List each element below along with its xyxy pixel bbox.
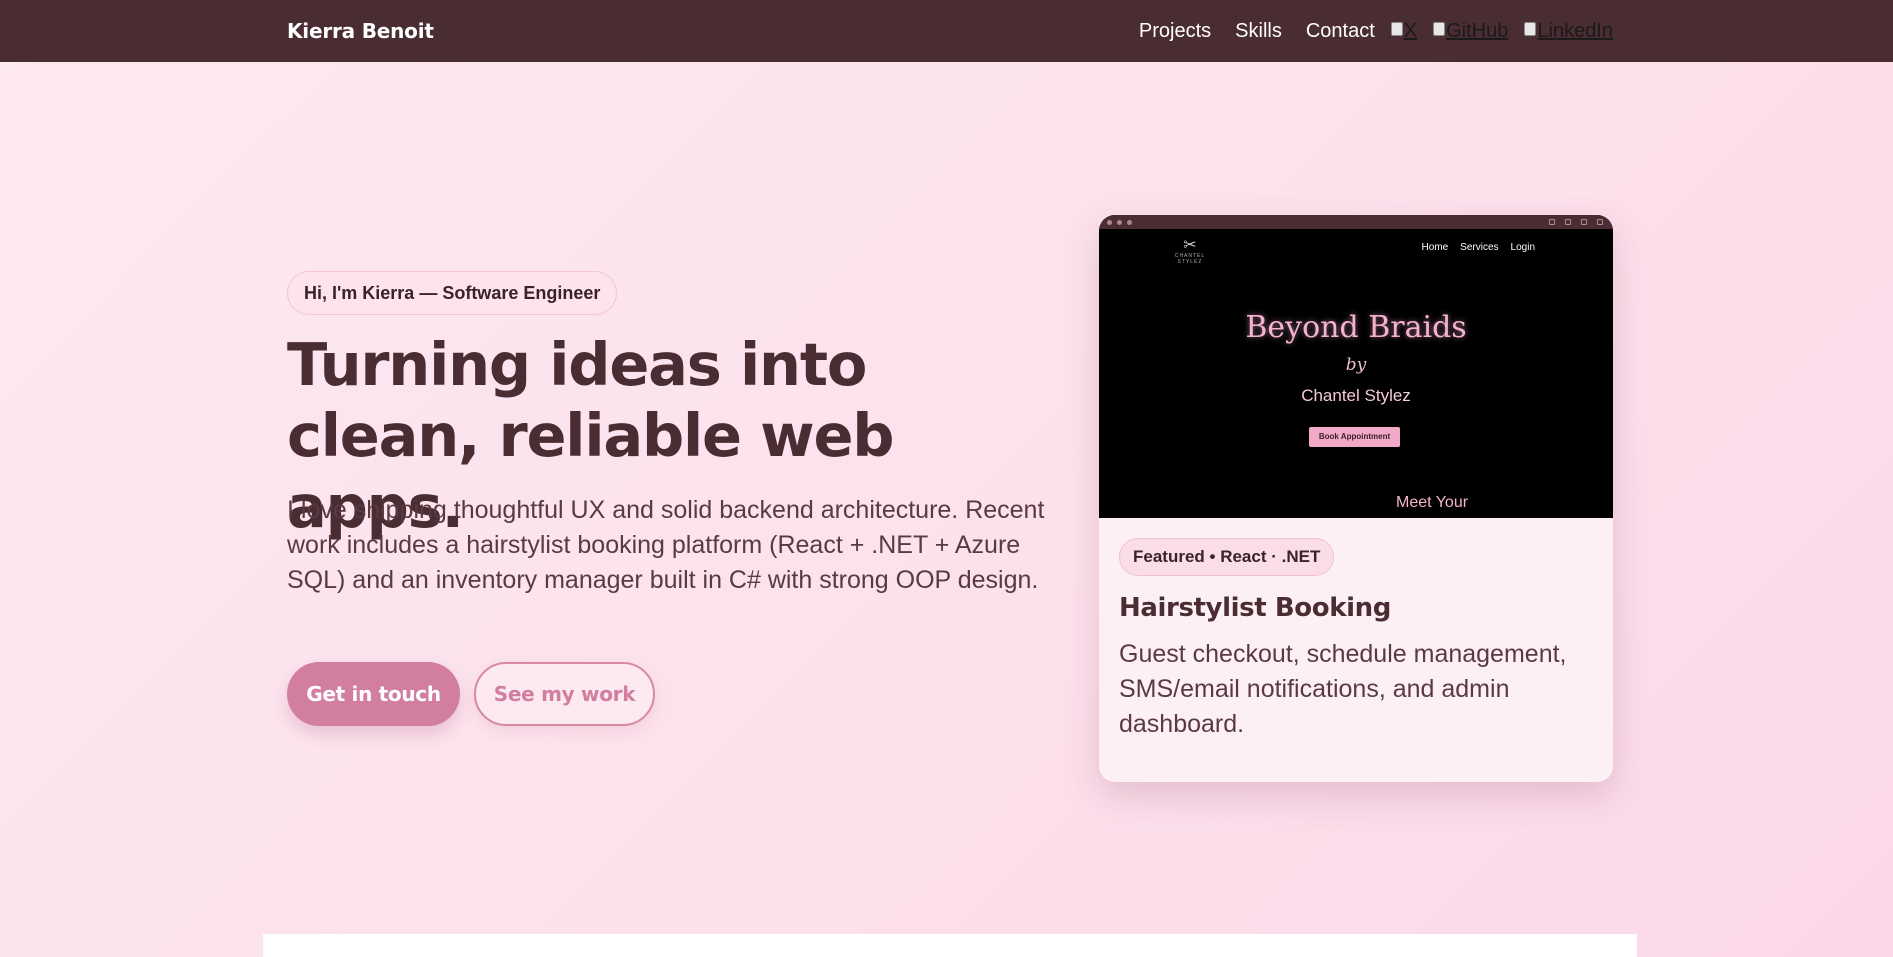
nav-links: Projects Skills Contact X GitHub LinkedI… <box>1139 0 1613 62</box>
browser-reload-icon <box>1127 219 1132 225</box>
featured-project-card[interactable]: ✂ CHANTEL STYLEZ Home Services Login Bey… <box>1099 215 1613 782</box>
intro-pill: Hi, I'm Kierra — Software Engineer <box>287 271 618 315</box>
screenshot-nav-login: Login <box>1510 242 1535 253</box>
linkedin-link-label: LinkedIn <box>1537 19 1613 42</box>
nav-link-skills[interactable]: Skills <box>1235 20 1282 43</box>
salon-logo: ✂ CHANTEL STYLEZ <box>1165 235 1215 266</box>
github-logo-icon <box>1433 22 1446 36</box>
get-in-touch-button[interactable]: Get in touch <box>287 662 460 726</box>
featured-badge: Featured • React · .NET <box>1119 538 1335 576</box>
project-screenshot: ✂ CHANTEL STYLEZ Home Services Login Bey… <box>1099 215 1613 518</box>
browser-extension-icon <box>1565 219 1571 225</box>
browser-toolbar-icons <box>1549 219 1603 225</box>
screenshot-by: by <box>1345 355 1367 375</box>
browser-window-icon <box>1581 219 1587 225</box>
x-logo-icon <box>1390 22 1403 36</box>
screenshot-nav: Home Services Login <box>1421 242 1535 253</box>
linkedin-logo-icon <box>1524 22 1537 36</box>
github-link[interactable]: GitHub <box>1433 20 1508 43</box>
next-section-panel <box>263 934 1637 957</box>
browser-forward-icon <box>1117 219 1122 225</box>
screenshot-nav-services: Services <box>1460 242 1499 253</box>
screenshot-subtitle: Chantel Stylez <box>1301 386 1411 405</box>
github-link-label: GitHub <box>1446 19 1509 42</box>
screenshot-title: Beyond Braids <box>1245 310 1467 345</box>
see-my-work-button[interactable]: See my work <box>474 662 655 726</box>
scissors-icon: ✂ <box>1183 235 1197 254</box>
project-title: Hairstylist Booking <box>1119 593 1391 623</box>
hero-description: I love shipping thoughtful UX and solid … <box>287 496 1045 594</box>
salon-logo-text: CHANTEL STYLEZ <box>1174 253 1206 265</box>
project-description: Guest checkout, schedule management, SMS… <box>1119 640 1567 738</box>
brand-name[interactable]: Kierra Benoit <box>287 0 434 62</box>
browser-star-icon <box>1549 219 1555 225</box>
browser-back-icon <box>1107 219 1112 225</box>
screenshot-browser-bar <box>1099 215 1613 229</box>
nav-link-contact[interactable]: Contact <box>1306 20 1375 43</box>
x-link-label: X <box>1403 19 1418 42</box>
screenshot-nav-home: Home <box>1421 242 1449 253</box>
screenshot-footer-text: Meet Your <box>1396 494 1469 511</box>
browser-profile-icon <box>1597 219 1603 225</box>
top-navbar: Kierra Benoit Projects Skills Contact X … <box>0 0 1893 62</box>
nav-link-projects[interactable]: Projects <box>1139 20 1211 43</box>
screenshot-book-button: Book Appointment <box>1309 427 1400 447</box>
x-link[interactable]: X <box>1390 19 1418 43</box>
linkedin-link[interactable]: LinkedIn <box>1524 20 1613 43</box>
